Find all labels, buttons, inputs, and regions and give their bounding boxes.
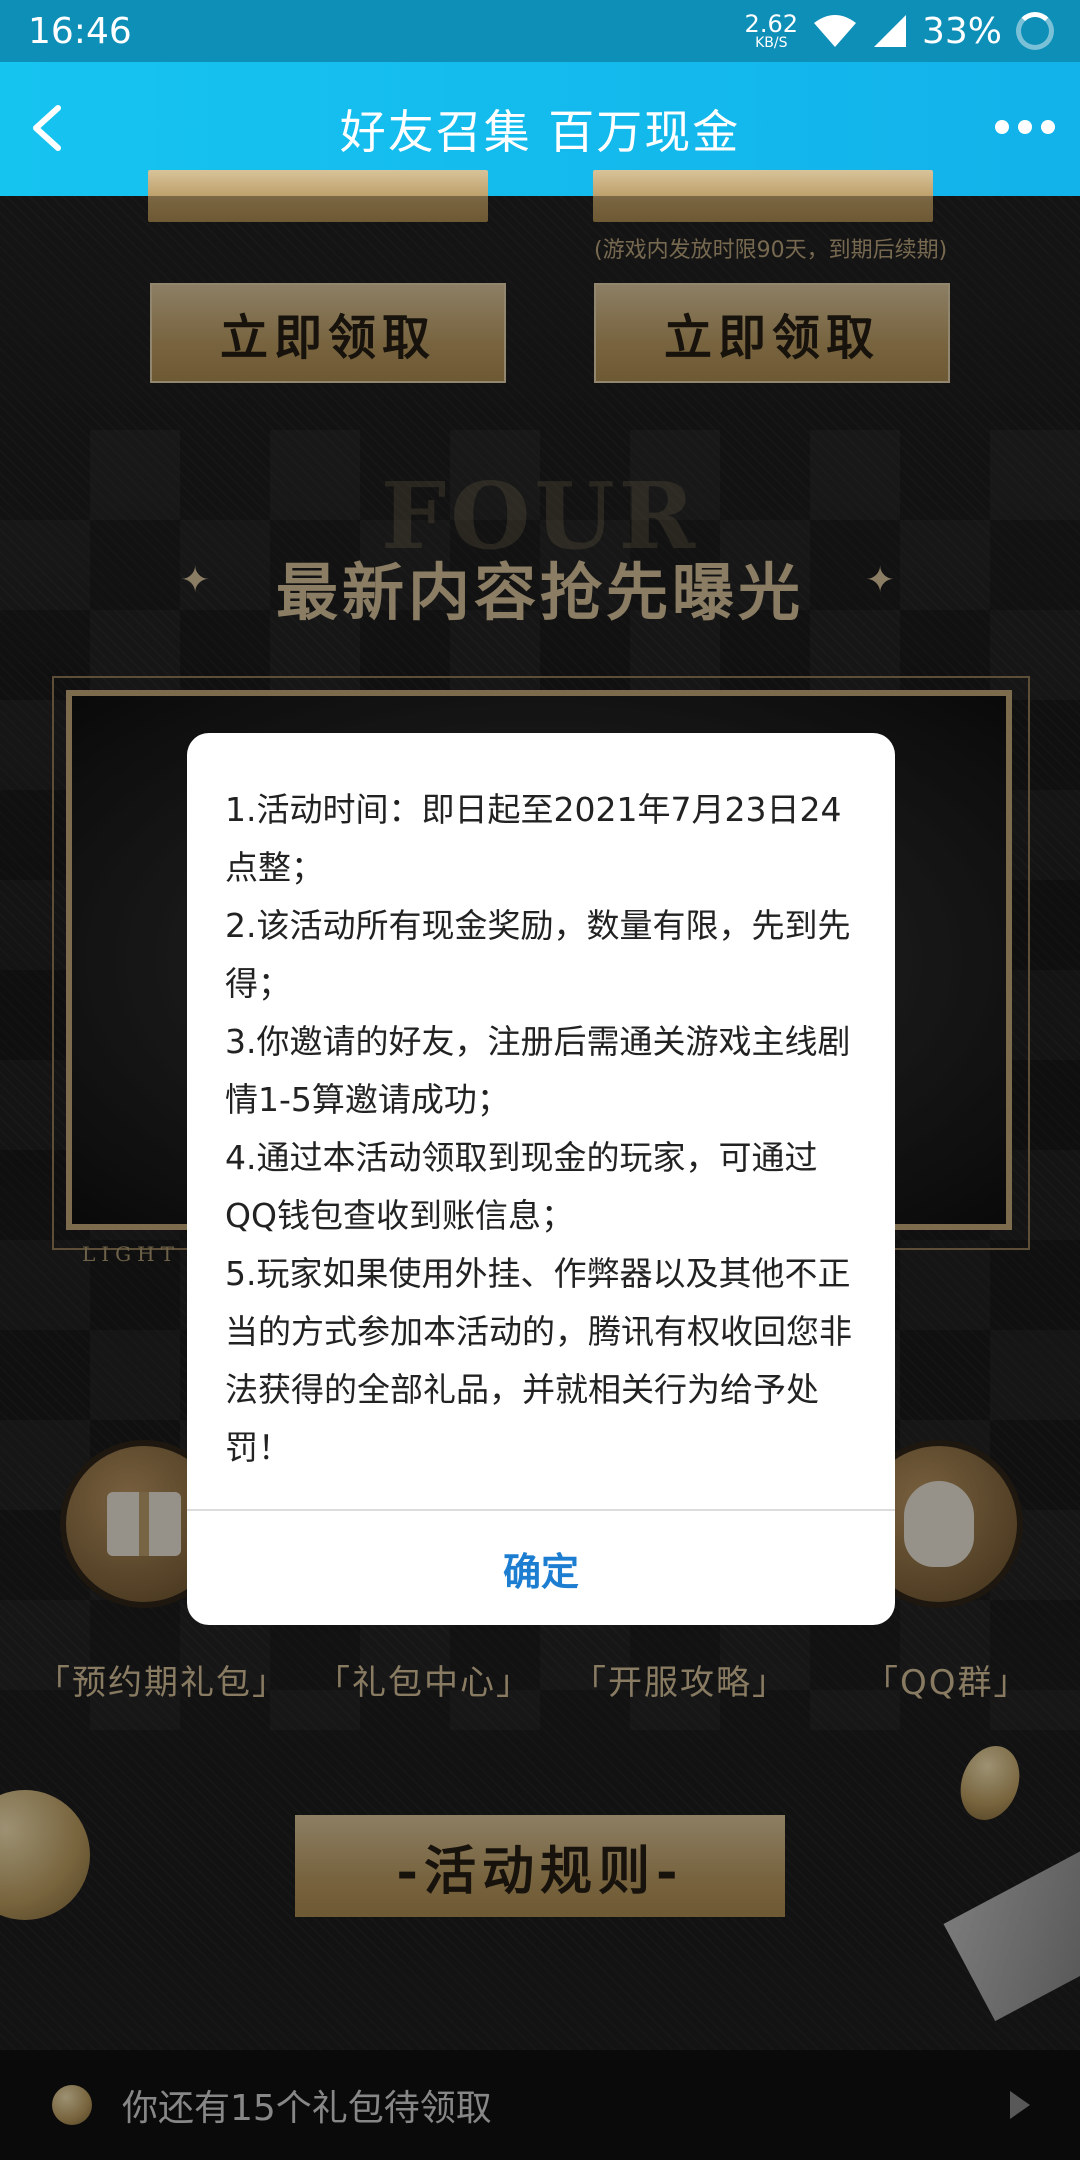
rule-item: 5.玩家如果使用外挂、作弊器以及其他不正当的方式参加本活动的，腾讯有权收回您非法… (225, 1254, 852, 1467)
rule-item: 4.通过本活动领取到现金的玩家，可通过QQ钱包查收到账信息； (225, 1138, 818, 1235)
battery-icon (1016, 12, 1054, 50)
network-speed: 2.62 KB/S (745, 12, 798, 50)
signal-icon (873, 15, 906, 47)
more-options-button[interactable] (990, 112, 1060, 142)
rules-dialog: 1.活动时间：即日起至2021年7月23日24点整； 2.该活动所有现金奖励，数… (187, 733, 895, 1625)
network-speed-unit: KB/S (755, 35, 788, 51)
confirm-button[interactable]: 确定 (187, 1511, 895, 1625)
more-dot-icon (1018, 120, 1032, 134)
status-indicators: 2.62 KB/S 33% (745, 11, 1054, 52)
rules-dialog-body: 1.活动时间：即日起至2021年7月23日24点整； 2.该活动所有现金奖励，数… (187, 733, 895, 1510)
more-dot-icon (1041, 120, 1055, 134)
status-time: 16:46 (28, 10, 132, 52)
page-title: 好友召集 百万现金 (339, 105, 741, 159)
rule-item: 1.活动时间：即日起至2021年7月23日24点整； (225, 790, 842, 887)
rule-item: 3.你邀请的好友，注册后需通关游戏主线剧情1-5算邀请成功； (225, 1022, 851, 1119)
rule-item: 2.该活动所有现金奖励，数量有限，先到先得； (225, 906, 851, 1003)
battery-percent: 33% (921, 10, 1002, 52)
status-bar: 16:46 2.62 KB/S 33% (0, 0, 1080, 62)
network-speed-value: 2.62 (744, 10, 798, 38)
back-icon[interactable] (18, 96, 82, 160)
wifi-icon (813, 15, 856, 47)
more-dot-icon (995, 120, 1009, 134)
